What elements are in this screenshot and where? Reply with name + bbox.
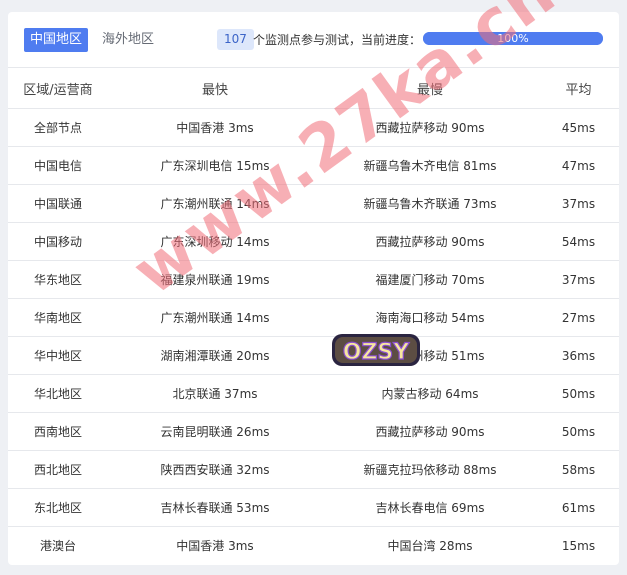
table-row: 西南地区 云南昆明联通 26ms 西藏拉萨移动 90ms 50ms (8, 412, 619, 451)
cell-slowest: 海南海口移动 54ms (322, 298, 538, 337)
table-row: 华北地区 北京联通 37ms 内蒙古移动 64ms 50ms (8, 374, 619, 413)
cell-average: 50ms (538, 374, 619, 413)
cell-average: 61ms (538, 488, 619, 527)
cell-fastest: 中国香港 3ms (108, 108, 322, 147)
cell-slowest: 西藏拉萨移动 90ms (322, 222, 538, 261)
cell-slowest: 福建厦门移动 70ms (322, 260, 538, 299)
cell-fastest: 广东潮州联通 14ms (108, 298, 322, 337)
latency-table: 区域/运营商 最快 最慢 平均 全部节点 中国香港 3ms 西藏拉萨移动 90m… (8, 68, 619, 564)
cell-region: 中国移动 (8, 222, 108, 261)
cell-region: 西南地区 (8, 412, 108, 451)
header-slowest: 最慢 (322, 68, 538, 109)
table-row: 港澳台 中国香港 3ms 中国台湾 28ms 15ms (8, 527, 619, 565)
cell-fastest: 福建泉州联通 19ms (108, 260, 322, 299)
header-fastest: 最快 (108, 68, 322, 109)
cell-average: 47ms (538, 146, 619, 185)
cell-average: 37ms (538, 260, 619, 299)
cell-fastest: 广东深圳电信 15ms (108, 146, 322, 185)
table-header-row: 区域/运营商 最快 最慢 平均 (8, 68, 619, 109)
cell-fastest: 云南昆明联通 26ms (108, 412, 322, 451)
cell-slowest: 内蒙古移动 64ms (322, 374, 538, 413)
cell-average: 37ms (538, 184, 619, 223)
cell-region: 华南地区 (8, 298, 108, 337)
tab-china[interactable]: 中国地区 (24, 28, 89, 52)
monitor-count-badge: 107 (217, 29, 254, 50)
cell-region: 华北地区 (8, 374, 108, 413)
header-average: 平均 (538, 68, 619, 109)
cell-fastest: 北京联通 37ms (108, 374, 322, 413)
cell-slowest: 西藏拉萨移动 90ms (322, 108, 538, 147)
cell-fastest: 吉林长春联通 53ms (108, 488, 322, 527)
cell-average: 15ms (561, 538, 596, 553)
cell-region: 中国联通 (8, 184, 108, 223)
cell-region: 华东地区 (8, 260, 108, 299)
table-row: 中国移动 广东深圳移动 14ms 西藏拉萨移动 90ms 54ms (8, 222, 619, 261)
progress-bar: 100% (423, 32, 603, 45)
cell-slowest: 新疆乌鲁木齐联通 73ms (322, 184, 538, 223)
cell-slowest: 中国台湾 28ms (387, 539, 473, 553)
cell-fastest: 湖南湘潭联通 20ms (108, 336, 322, 375)
cell-slowest: 吉林长春电信 69ms (322, 488, 538, 527)
table-row: 全部节点 中国香港 3ms 西藏拉萨移动 90ms 45ms (8, 108, 619, 147)
cell-average: 27ms (538, 298, 619, 337)
progress-status-text: 个监测点参与测试，当前进度： (253, 33, 422, 47)
cell-region: 全部节点 (8, 108, 108, 147)
table-row: 西北地区 陕西西安联通 32ms 新疆克拉玛依移动 88ms 58ms (8, 450, 619, 489)
cell-average: 58ms (538, 450, 619, 489)
cell-region: 港澳台 (39, 539, 76, 553)
cell-average: 54ms (538, 222, 619, 261)
table-row: 东北地区 吉林长春联通 53ms 吉林长春电信 69ms 61ms (8, 488, 619, 527)
table-row: 华东地区 福建泉州联通 19ms 福建厦门移动 70ms 37ms (8, 260, 619, 299)
cell-average: 36ms (538, 336, 619, 375)
cell-slowest: 湖北荆州移动 51ms (322, 336, 538, 375)
table-row: 华中地区 湖南湘潭联通 20ms 湖北荆州移动 51ms 36ms (8, 336, 619, 375)
table-row: 华南地区 广东潮州联通 14ms 海南海口移动 54ms 27ms (8, 298, 619, 337)
cell-average: 50ms (538, 412, 619, 451)
region-toolbar: 中国地区 海外地区 107 个监测点参与测试，当前进度： 100% (8, 12, 619, 68)
cell-slowest: 新疆克拉玛依移动 88ms (322, 450, 538, 489)
cell-region: 东北地区 (8, 488, 108, 527)
progress-label: 100% (497, 32, 529, 45)
cell-fastest: 广东潮州联通 14ms (108, 184, 322, 223)
cell-region: 中国电信 (8, 146, 108, 185)
cell-fastest: 陕西西安联通 32ms (108, 450, 322, 489)
cell-region: 西北地区 (8, 450, 108, 489)
cell-slowest: 新疆乌鲁木齐电信 81ms (322, 146, 538, 185)
cell-fastest: 中国香港 3ms (176, 539, 254, 553)
tab-overseas[interactable]: 海外地区 (96, 28, 160, 52)
table-row: 中国电信 广东深圳电信 15ms 新疆乌鲁木齐电信 81ms 47ms (8, 146, 619, 185)
cell-average: 45ms (538, 108, 619, 147)
cell-region: 华中地区 (8, 336, 108, 375)
cell-fastest: 广东深圳移动 14ms (108, 222, 322, 261)
header-region: 区域/运营商 (8, 68, 108, 109)
results-card: 中国地区 海外地区 107 个监测点参与测试，当前进度： 100% 区域/运营商… (8, 12, 619, 565)
cell-slowest: 西藏拉萨移动 90ms (322, 412, 538, 451)
table-row: 中国联通 广东潮州联通 14ms 新疆乌鲁木齐联通 73ms 37ms (8, 184, 619, 223)
